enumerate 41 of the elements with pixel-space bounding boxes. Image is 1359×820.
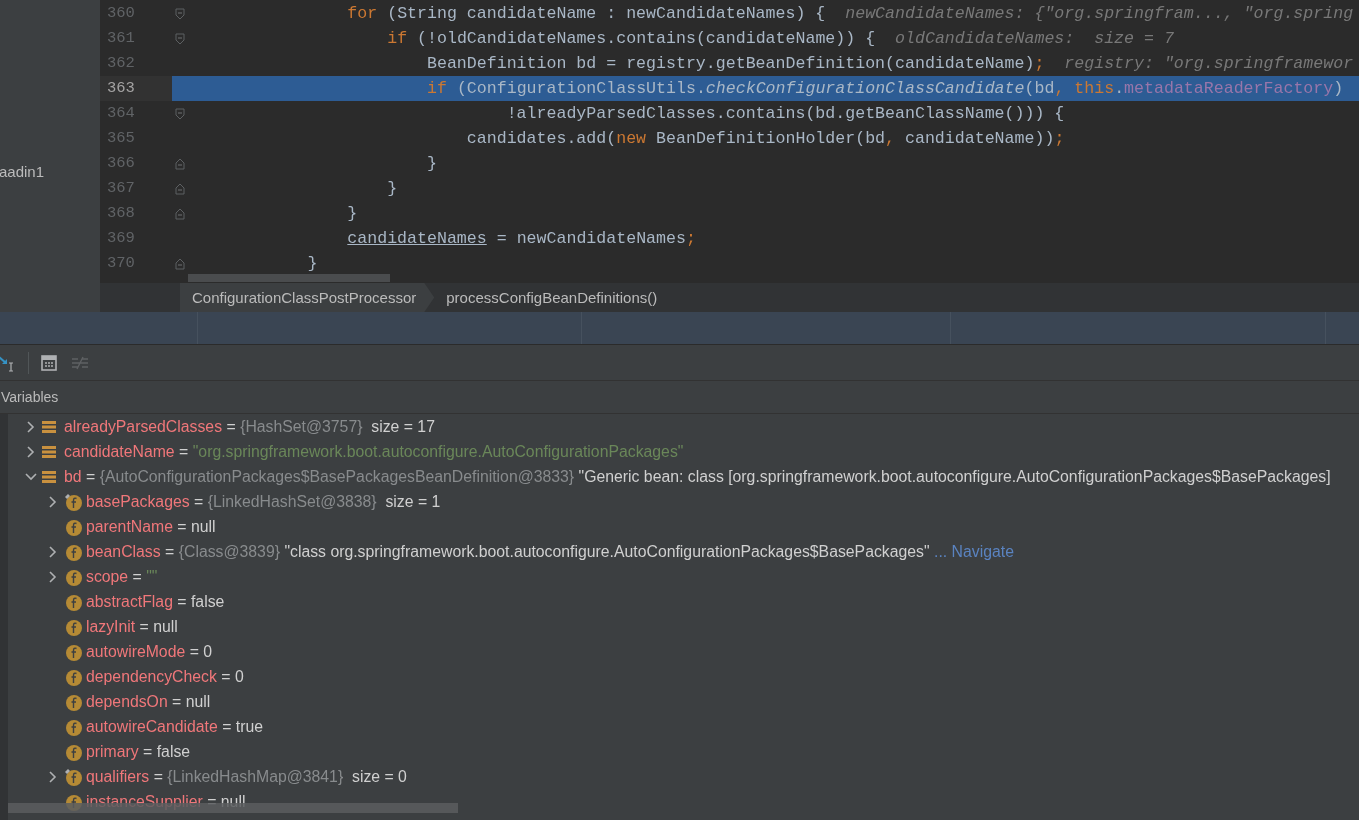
variable-entry[interactable]: autowireMode = 0 <box>86 642 213 661</box>
code-line: } <box>306 253 319 274</box>
variable-entry[interactable]: qualifiers = {LinkedHashMap@3841} size = 0 <box>86 767 407 786</box>
variable-entry[interactable]: primary = false <box>86 742 191 761</box>
fold-marker-icon[interactable] <box>175 182 185 195</box>
fold-marker-icon[interactable] <box>175 32 185 45</box>
variable-entry[interactable]: scope = "" <box>86 567 158 586</box>
variable-entry[interactable]: lazyInit = null <box>86 617 178 636</box>
code-line: candidates.add(new BeanDefinitionHolder(bd, candidateName)); <box>465 128 1066 150</box>
breadcrumb[interactable]: ConfigurationClassPostProcessor <box>180 283 435 312</box>
variable-entry[interactable]: dependencyCheck = 0 <box>86 667 244 686</box>
variable-entry[interactable]: dependsOn = null <box>86 692 211 711</box>
variable-entry[interactable]: candidateName = "org.springframework.boot.autoconfigure.AutoConfigurationPackages" <box>64 442 684 461</box>
code-line: !alreadyParsedClasses.contains(bd.getBeanClassName())) { <box>505 103 1066 125</box>
code-line: BeanDefinition bd = registry.getBeanDefinition(candidateName); registry: "org.springframewor <box>426 53 1355 75</box>
fold-marker-icon[interactable] <box>175 7 185 20</box>
project-tree-item[interactable]: aadin1 <box>0 163 100 180</box>
fold-marker-icon[interactable] <box>175 107 185 120</box>
variable-entry[interactable]: instanceSupplier = null <box>86 792 246 811</box>
variable-entry[interactable]: bd = {AutoConfigurationPackages$BasePackagesBeanDefinition@3833} "Generic bean: class [org.springframework.boot.autoconfigure.AutoConfigurationPackages$BasePackages] <box>64 467 1331 486</box>
code-line: } <box>426 153 438 175</box>
variable-entry[interactable]: abstractFlag = false <box>86 592 225 611</box>
code-line: if (!oldCandidateNames.contains(candidateName)) { oldCandidateNames: size = 7 <box>386 28 1175 50</box>
variable-entry[interactable]: alreadyParsedClasses = {HashSet@3757} size = 17 <box>64 417 435 436</box>
fold-marker-icon[interactable] <box>175 157 185 170</box>
variable-entry[interactable]: beanClass = {Class@3839} "class org.springframework.boot.autoconfigure.AutoConfigurationPackages$BasePackages" ... Navigate <box>86 542 1014 561</box>
variable-entry[interactable]: basePackages = {LinkedHashSet@3838} size = 1 <box>86 492 441 511</box>
breadcrumb[interactable]: processConfigBeanDefinitions() <box>434 283 676 312</box>
code-line: } <box>346 203 359 225</box>
fold-marker-icon[interactable] <box>175 207 185 220</box>
variable-entry[interactable]: parentName = null <box>86 517 216 536</box>
compare-lines-icon[interactable] <box>71 355 89 370</box>
code-line: for (String candidateName : newCandidateNames) { newCandidateNames: {"org.springfram..., "org.spring <box>346 3 1355 25</box>
scrollbar-thumb[interactable] <box>188 274 390 282</box>
panel-title: Variables <box>1 389 59 405</box>
code-line: candidateNames = newCandidateNames; <box>346 228 697 250</box>
variable-entry[interactable]: autowireCandidate = true <box>86 717 263 736</box>
calculator-icon[interactable] <box>41 354 57 371</box>
code-line: } <box>386 178 399 200</box>
fold-marker-icon[interactable] <box>175 257 185 270</box>
line-number: 363 <box>100 76 172 101</box>
